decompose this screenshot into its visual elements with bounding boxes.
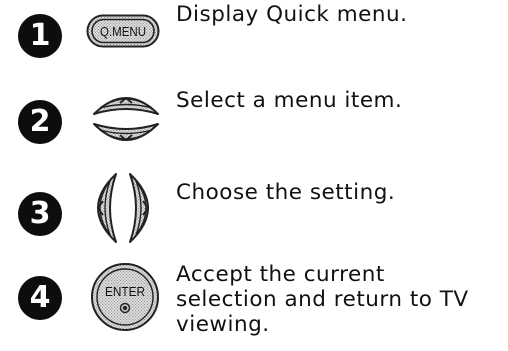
- q-menu-button-label: Q.MENU: [100, 24, 146, 39]
- step-1-badge: 1: [18, 14, 62, 58]
- down-arrow-icon: [93, 123, 159, 142]
- step-1-text: Display Quick menu.: [176, 2, 408, 27]
- up-button[interactable]: [92, 84, 160, 120]
- left-arrow-icon: [96, 173, 117, 243]
- right-arrow-icon: [129, 173, 150, 243]
- step-3-text: Choose the setting.: [176, 180, 396, 205]
- enter-button[interactable]: ENTER: [90, 262, 160, 332]
- down-button[interactable]: [92, 118, 160, 154]
- step-4-text-line-1: Accept the current: [176, 262, 385, 287]
- enter-button-label: ENTER: [105, 284, 145, 299]
- q-menu-button[interactable]: Q.MENU: [86, 14, 160, 48]
- step-2-badge: 2: [18, 100, 62, 144]
- step-3-number: 3: [29, 196, 51, 231]
- left-button[interactable]: [82, 172, 120, 244]
- step-2-text: Select a menu item.: [176, 88, 403, 113]
- step-4-text-line-2: selection and return to TV: [176, 287, 469, 312]
- step-4-badge: 4: [18, 276, 62, 320]
- step-4-text-line-3: viewing.: [176, 312, 270, 337]
- up-arrow-icon: [93, 96, 159, 115]
- step-3-badge: 3: [18, 192, 62, 236]
- step-2-number: 2: [29, 104, 51, 139]
- step-1-number: 1: [29, 18, 51, 53]
- step-4-number: 4: [29, 280, 51, 315]
- right-button[interactable]: [126, 172, 164, 244]
- step-4-text: Accept the current selection and return …: [176, 262, 469, 337]
